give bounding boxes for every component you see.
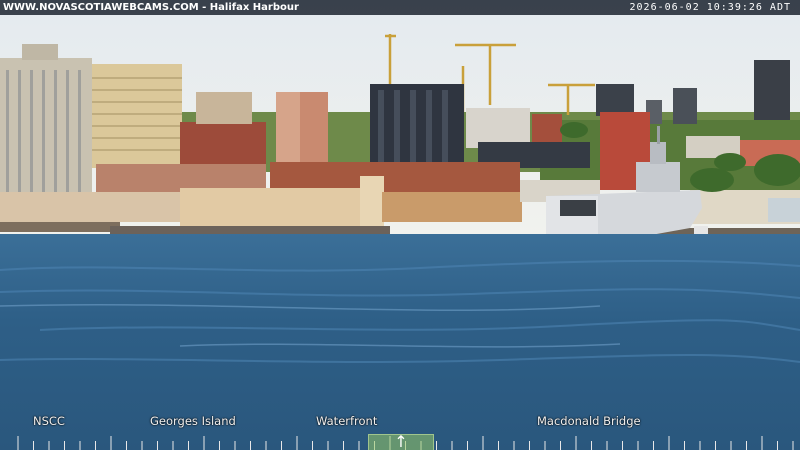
pan-position-button[interactable]: ↑ bbox=[368, 432, 434, 450]
building bbox=[754, 60, 790, 120]
overlay-bar: WWW.NOVASCOTIAWEBCAMS.COM - Halifax Harb… bbox=[0, 0, 800, 15]
harbour-scene bbox=[0, 0, 800, 450]
building bbox=[370, 84, 464, 166]
view-label-georges-island[interactable]: Georges Island bbox=[150, 414, 236, 428]
site-caption: WWW.NOVASCOTIAWEBCAMS.COM - Halifax Harb… bbox=[3, 2, 299, 13]
view-label-nscc[interactable]: NSCC bbox=[33, 414, 65, 428]
view-label-waterfront[interactable]: Waterfront bbox=[316, 414, 377, 428]
up-arrow-icon: ↑ bbox=[394, 432, 408, 450]
view-label-macdonald-bridge[interactable]: Macdonald Bridge bbox=[537, 414, 641, 428]
building bbox=[596, 84, 634, 116]
timestamp: 2026-06-02 10:39:26 ADT bbox=[629, 2, 791, 13]
view-labels: NSCC Georges Island Waterfront Macdonald… bbox=[0, 414, 800, 432]
webcam-viewer: WWW.NOVASCOTIAWEBCAMS.COM - Halifax Harb… bbox=[0, 0, 800, 450]
building bbox=[92, 64, 182, 168]
